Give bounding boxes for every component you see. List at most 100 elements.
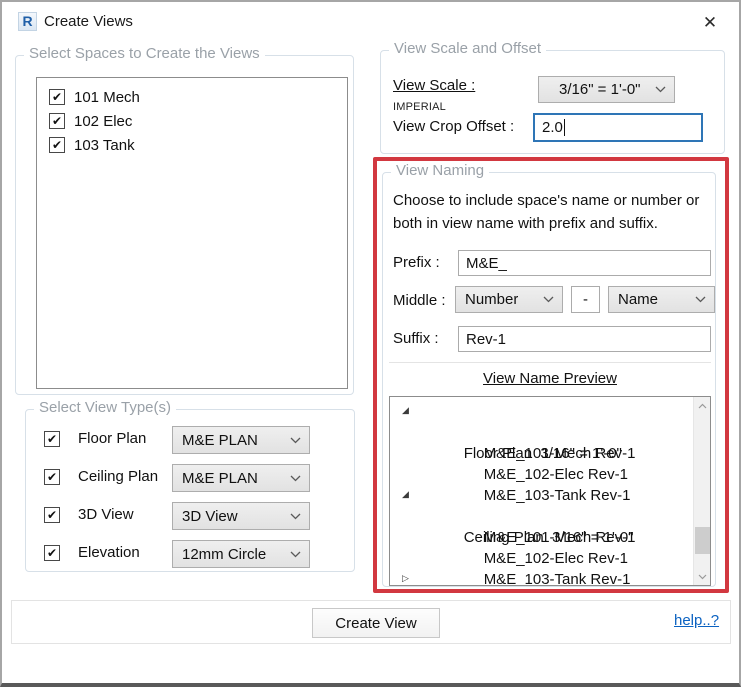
select-spaces-group: Select Spaces to Create the Views ✔ 101 … [15,55,354,395]
naming-description-line2: both in view name with prefix and suffix… [393,215,658,232]
footer-panel: Create View help..? [11,600,731,644]
floor-plan-label: Floor Plan [78,430,146,447]
view-crop-offset-label: View Crop Offset : [393,118,514,135]
tree-node-3d-view[interactable]: ▷ 3D View 3/16" = 1'-0" [390,569,693,586]
tree-expanded-icon[interactable]: ◢ [402,401,416,422]
middle-second-select[interactable]: Name [608,286,715,313]
tree-leaf[interactable]: M&E_101-Mech Rev-1 [390,506,693,527]
chevron-down-icon [290,475,301,482]
close-icon[interactable]: ✕ [697,10,723,36]
list-item[interactable]: ✔ 101 Mech [37,85,347,109]
tree-expanded-icon[interactable]: ◢ [402,485,416,506]
view-name-preview-tree[interactable]: ◢ Floor Plan 3/16" = 1'-0" M&E_101-Mech … [389,396,711,586]
floor-plan-type-select[interactable]: M&E PLAN [172,426,310,454]
tree-leaf[interactable]: M&E_102-Elec Rev-1 [390,527,693,548]
3d-view-checkbox[interactable]: ✔ [44,507,60,523]
suffix-label: Suffix : [393,330,439,347]
tree-collapsed-icon[interactable]: ▷ [402,569,416,586]
view-crop-offset-value: 2.0 [542,119,563,136]
view-scale-offset-group: View Scale and Offset View Scale : IMPER… [380,50,725,154]
space-checkbox-101-mech[interactable]: ✔ [49,89,65,105]
tree-leaf[interactable]: M&E_102-Elec Rev-1 [390,443,693,464]
scroll-down-icon[interactable] [694,568,711,585]
select-spaces-group-title: Select Spaces to Create the Views [24,45,265,62]
check-icon: ✔ [52,115,62,127]
ceiling-plan-type-value: M&E PLAN [182,470,258,487]
middle-second-value: Name [618,291,658,308]
spaces-checked-listbox[interactable]: ✔ 101 Mech ✔ 102 Elec ✔ 103 Tank [36,77,348,389]
3d-view-type-value: 3D View [182,508,238,525]
elevation-type-select[interactable]: 12mm Circle [172,540,310,568]
space-checkbox-103-tank[interactable]: ✔ [49,137,65,153]
space-label: 103 Tank [74,137,135,154]
view-naming-group-title: View Naming [391,162,489,179]
view-crop-offset-input[interactable]: 2.0 [533,113,703,142]
view-scale-offset-group-title: View Scale and Offset [389,40,546,57]
create-view-button[interactable]: Create View [312,608,440,638]
view-naming-group: View Naming Choose to include space's na… [382,172,716,587]
view-scale-value: 3/16" = 1'-0" [559,81,640,98]
view-scale-label: View Scale : [393,77,475,94]
naming-description-line1: Choose to include space's name or number… [393,192,699,209]
tree-leaf[interactable]: M&E_101-Mech Rev-1 [390,422,693,443]
chevron-down-icon [290,551,301,558]
middle-label: Middle : [393,292,446,309]
middle-separator-value: - [583,291,588,308]
window-title: Create Views [44,13,133,30]
chevron-down-icon [290,437,301,444]
middle-separator-input[interactable]: - [571,286,600,313]
tree-leaf[interactable]: M&E_103-Tank Rev-1 [390,548,693,569]
check-icon: ✔ [52,139,62,151]
space-label: 102 Elec [74,113,132,130]
ceiling-plan-checkbox[interactable]: ✔ [44,469,60,485]
view-type-row-floor-plan: ✔ Floor Plan M&E PLAN [26,426,354,454]
prefix-label: Prefix : [393,254,440,271]
scrollbar-thumb[interactable] [695,527,710,554]
check-icon: ✔ [47,471,57,483]
view-scale-select[interactable]: 3/16" = 1'-0" [538,76,675,103]
tree-node-floor-plan[interactable]: ◢ Floor Plan 3/16" = 1'-0" [390,401,693,422]
revit-app-icon: R [18,12,37,31]
list-item[interactable]: ✔ 103 Tank [37,133,347,157]
suffix-input[interactable]: Rev-1 [458,326,711,352]
chevron-down-icon [290,513,301,520]
elevation-checkbox[interactable]: ✔ [44,545,60,561]
prefix-value: M&E_ [466,255,507,272]
help-link[interactable]: help..? [674,612,719,629]
floor-plan-checkbox[interactable]: ✔ [44,431,60,447]
tree-leaf[interactable]: M&E_103-Tank Rev-1 [390,464,693,485]
elevation-type-value: 12mm Circle [182,546,266,563]
check-icon: ✔ [52,91,62,103]
space-label: 101 Mech [74,89,140,106]
elevation-label: Elevation [78,544,140,561]
space-checkbox-102-elec[interactable]: ✔ [49,113,65,129]
view-type-row-ceiling-plan: ✔ Ceiling Plan M&E PLAN [26,464,354,492]
check-icon: ✔ [47,547,57,559]
check-icon: ✔ [47,433,57,445]
scroll-up-icon[interactable] [694,397,711,414]
unit-system-label: IMPERIAL [393,101,446,113]
3d-view-type-select[interactable]: 3D View [172,502,310,530]
3d-view-label: 3D View [78,506,134,523]
suffix-value: Rev-1 [466,331,506,348]
text-caret [564,119,565,136]
view-type-row-3d-view: ✔ 3D View 3D View [26,502,354,530]
create-views-dialog: R Create Views ✕ Select Spaces to Create… [0,0,741,687]
ceiling-plan-type-select[interactable]: M&E PLAN [172,464,310,492]
preview-scrollbar[interactable] [693,397,710,585]
floor-plan-type-value: M&E PLAN [182,432,258,449]
select-view-types-group: Select View Type(s) ✔ Floor Plan M&E PLA… [25,409,355,572]
check-icon: ✔ [47,509,57,521]
chevron-down-icon [543,296,554,303]
title-bar: R Create Views ✕ [2,2,739,42]
view-type-row-elevation: ✔ Elevation 12mm Circle [26,540,354,568]
chevron-down-icon [695,296,706,303]
list-item[interactable]: ✔ 102 Elec [37,109,347,133]
chevron-down-icon [655,86,666,93]
divider [389,362,711,363]
middle-first-select[interactable]: Number [455,286,563,313]
preview-tree-rows: ◢ Floor Plan 3/16" = 1'-0" M&E_101-Mech … [390,401,693,586]
prefix-input[interactable]: M&E_ [458,250,711,276]
ceiling-plan-label: Ceiling Plan [78,468,158,485]
tree-node-ceiling-plan[interactable]: ◢ Ceiling Plan 3/16" = 1'-0" [390,485,693,506]
